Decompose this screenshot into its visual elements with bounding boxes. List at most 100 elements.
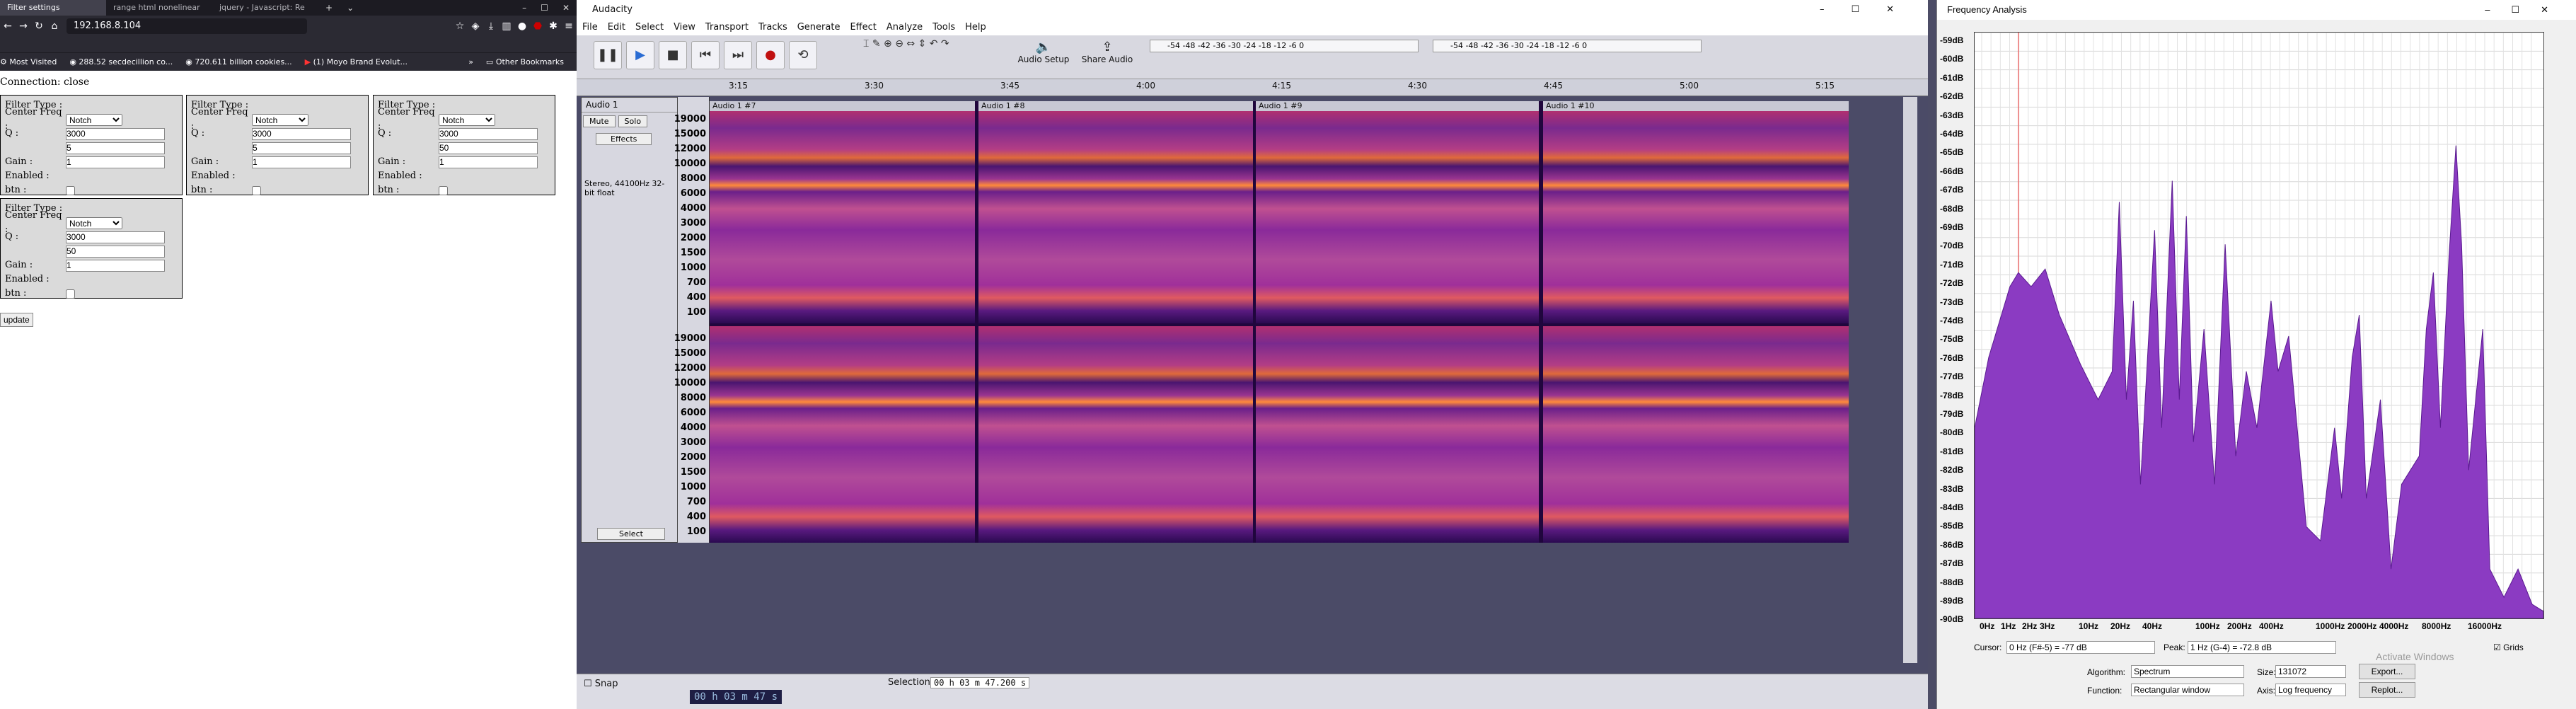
clip-title[interactable]: Audio 1 #8 — [978, 101, 1253, 111]
menu-tracks[interactable]: Tracks — [758, 20, 787, 35]
maximize-icon[interactable]: ☐ — [533, 0, 555, 16]
menu-file[interactable]: File — [582, 20, 598, 35]
menu-transport[interactable]: Transport — [705, 20, 749, 35]
playback-meter[interactable]: -54 -48 -42 -36 -30 -24 -18 -12 -6 0 — [1433, 40, 1702, 52]
bookmark-star-icon[interactable]: ☆ — [452, 21, 468, 32]
q-input[interactable] — [66, 245, 165, 258]
menu-help[interactable]: Help — [965, 20, 986, 35]
reload-icon[interactable]: ↻ — [31, 21, 47, 32]
menu-tools[interactable]: Tools — [932, 20, 955, 35]
size-select[interactable]: 131072 — [2275, 665, 2346, 678]
center-freq-input[interactable] — [439, 127, 538, 140]
other-bookmarks[interactable]: ▭ Other Bookmarks — [486, 57, 564, 67]
snap-checkbox[interactable]: ☐ Snap — [584, 679, 618, 689]
gain-input[interactable] — [66, 259, 165, 272]
pause-button[interactable]: ❚❚ — [594, 41, 622, 69]
record-button[interactable]: ● — [756, 41, 785, 69]
gain-input[interactable] — [66, 156, 165, 168]
skip-start-button[interactable]: ⏮ — [691, 41, 720, 69]
vertical-scrollbar[interactable] — [1903, 97, 1917, 663]
forward-icon[interactable]: → — [16, 21, 31, 32]
track-name[interactable]: Audio 1 — [582, 98, 677, 113]
gain-pan-sliders[interactable] — [582, 148, 677, 176]
spectrogram[interactable]: Audio 1 #7 Audio 1 #8 Audio 1 #9 Audio 1 #1… — [710, 101, 1849, 543]
function-select[interactable]: Rectangular window — [2131, 684, 2244, 696]
bookmark-3[interactable]: ▶ (1) Moyo Brand Evolut... — [305, 57, 408, 67]
menu-select[interactable]: Select — [635, 20, 664, 35]
algorithm-select[interactable]: Spectrum — [2131, 665, 2244, 678]
minimize-icon[interactable]: – — [515, 0, 533, 16]
menu-generate[interactable]: Generate — [797, 20, 841, 35]
bookmark-2[interactable]: ◉ 720.611 billion cookies... — [185, 57, 291, 67]
record-meter[interactable]: -54 -48 -42 -36 -30 -24 -18 -12 -6 0 — [1150, 40, 1419, 52]
tab-jquery[interactable]: jquery - Javascript: Re — [212, 0, 318, 16]
new-tab-icon[interactable]: + — [318, 0, 340, 16]
center-freq-input[interactable] — [66, 127, 165, 140]
bookmarks-overflow-icon[interactable]: » — [468, 57, 473, 67]
selection-value[interactable]: 00 h 03 m 47.200 s — [930, 677, 1030, 688]
center-freq-input[interactable] — [252, 127, 351, 140]
close-icon[interactable]: ✕ — [555, 0, 577, 16]
menu-icon[interactable]: ≡ — [561, 21, 577, 32]
timeline-ruler[interactable]: 3:15 3:30 3:45 4:00 4:15 4:30 4:45 5:00 5:15 — [577, 79, 1928, 96]
mute-button[interactable]: Mute — [583, 115, 616, 127]
export-button[interactable]: Export... — [2359, 664, 2415, 679]
spectrum-plot[interactable] — [1974, 32, 2544, 619]
bookmark-most-visited[interactable]: ⚙ Most Visited — [0, 57, 57, 67]
extensions-icon[interactable]: ✱ — [545, 21, 561, 32]
menu-effect[interactable]: Effect — [850, 20, 876, 35]
effects-button[interactable]: Effects — [596, 133, 652, 145]
filter-type-select[interactable]: Notch — [66, 113, 122, 126]
loop-button[interactable]: ⟲ — [789, 41, 817, 69]
filter-type-select[interactable]: Notch — [252, 113, 308, 126]
axis-select[interactable]: Log frequency — [2275, 684, 2346, 696]
downloads-icon[interactable]: ⤓ — [483, 21, 499, 32]
audio-clip[interactable]: Audio 1 #7 — [710, 101, 975, 543]
btn-checkbox[interactable] — [66, 289, 75, 299]
audio-clip[interactable]: Audio 1 #9 — [1256, 101, 1539, 543]
audio-setup-button[interactable]: 🔈 Audio Setup — [1015, 40, 1072, 64]
q-input[interactable] — [252, 142, 351, 154]
q-input[interactable] — [66, 142, 165, 154]
skip-end-button[interactable]: ⏭ — [724, 41, 752, 69]
menu-view[interactable]: View — [674, 20, 695, 35]
gain-input[interactable] — [252, 156, 351, 168]
filter-type-select[interactable]: Notch — [439, 113, 495, 126]
update-button[interactable]: update — [0, 313, 33, 327]
btn-checkbox[interactable] — [439, 185, 448, 195]
audio-clip[interactable]: Audio 1 #10 — [1543, 101, 1849, 543]
q-input[interactable] — [439, 142, 538, 154]
pocket-icon[interactable]: ◈ — [468, 21, 483, 32]
time-display[interactable]: 00 h 03 m 47 s — [690, 690, 782, 704]
replot-button[interactable]: Replot... — [2359, 682, 2415, 698]
home-icon[interactable]: ⌂ — [47, 21, 62, 32]
audio-clip[interactable]: Audio 1 #8 — [978, 101, 1253, 543]
clip-title[interactable]: Audio 1 #7 — [710, 101, 975, 111]
center-freq-input[interactable] — [66, 231, 165, 243]
window-controls[interactable]: –☐✕ — [1820, 0, 1921, 20]
clip-title[interactable]: Audio 1 #9 — [1256, 101, 1539, 111]
stop-button[interactable]: ■ — [659, 41, 687, 69]
back-icon[interactable]: ← — [0, 21, 16, 32]
menu-analyze[interactable]: Analyze — [886, 20, 923, 35]
bookmark-1[interactable]: ◉ 288.52 secdecillion co... — [69, 57, 173, 67]
edit-tools[interactable]: ⌶ ✎ ⊕ ⊖ ⇔ ⇕ ↶ ↷ — [863, 38, 962, 76]
list-tabs-icon[interactable]: ⌄ — [340, 0, 361, 16]
library-icon[interactable]: ▥ — [499, 21, 514, 32]
grids-checkbox[interactable]: ☑ Grids — [2493, 642, 2524, 652]
filter-type-select[interactable]: Notch — [66, 217, 122, 229]
clip-title[interactable]: Audio 1 #10 — [1543, 101, 1849, 111]
btn-checkbox[interactable] — [66, 185, 75, 195]
ublock-icon[interactable]: ⬣ — [530, 21, 545, 32]
extension-icon[interactable]: ● — [514, 21, 530, 32]
share-audio-button[interactable]: ⇪ Share Audio — [1079, 40, 1136, 64]
play-button[interactable]: ▶ — [626, 41, 654, 69]
gain-input[interactable] — [439, 156, 538, 168]
btn-checkbox[interactable] — [252, 185, 261, 195]
solo-button[interactable]: Solo — [618, 115, 648, 127]
url-bar[interactable]: 192.168.8.104 — [67, 18, 307, 34]
select-button[interactable]: Select — [597, 528, 665, 540]
tab-filter-settings[interactable]: Filter settings — [0, 0, 106, 16]
menu-edit[interactable]: Edit — [608, 20, 625, 35]
tab-range-html[interactable]: range html nonelinear — [106, 0, 212, 16]
